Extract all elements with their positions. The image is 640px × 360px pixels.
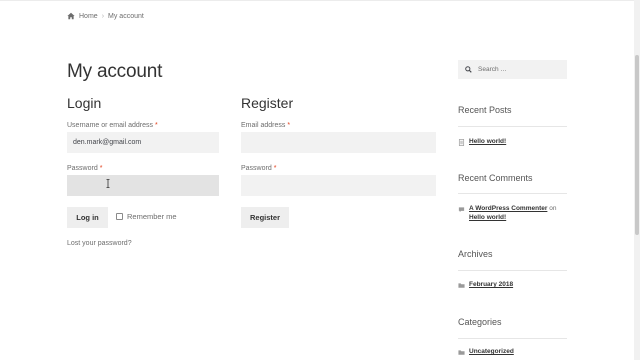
username-input[interactable]: den.mark@gmail.com: [67, 132, 219, 153]
register-password-input[interactable]: [241, 175, 436, 196]
folder-icon: [458, 283, 465, 288]
comment-on-text: on: [549, 205, 557, 212]
login-password-label: Password *: [67, 165, 102, 172]
remember-me[interactable]: Remember me: [116, 212, 177, 221]
widget-divider: [458, 193, 567, 194]
username-value: den.mark@gmail.com: [73, 139, 142, 146]
recent-comment-item: A WordPress Commenter on Hello world!: [458, 205, 568, 222]
archive-link[interactable]: February 2018: [469, 281, 513, 290]
comment-post-link[interactable]: Hello world!: [469, 214, 506, 221]
search-input[interactable]: Search …: [458, 60, 567, 79]
category-item: Uncategorized: [458, 348, 568, 357]
login-heading: Login: [67, 95, 102, 111]
breadcrumb-current: My account: [108, 12, 144, 20]
remember-me-checkbox[interactable]: [116, 213, 123, 220]
login-password-label-text: Password: [67, 165, 98, 172]
widget-divider: [458, 270, 567, 271]
username-label-text: Username or email address: [67, 122, 153, 129]
archives-title: Archives: [458, 249, 493, 259]
widget-divider: [458, 338, 567, 339]
folder-icon: [458, 350, 465, 355]
breadcrumb: Home › My account: [67, 12, 144, 20]
required-mark: *: [99, 165, 103, 172]
search-placeholder: Search …: [478, 66, 507, 73]
search-icon: [465, 66, 472, 73]
required-mark: *: [287, 122, 291, 129]
email-label: Email address *: [241, 122, 290, 129]
archive-item: February 2018: [458, 281, 568, 290]
register-password-label: Password *: [241, 165, 276, 172]
comment-icon: [458, 207, 465, 213]
email-label-text: Email address: [241, 122, 286, 129]
required-mark: *: [154, 122, 158, 129]
login-password-input[interactable]: [67, 175, 219, 196]
comment-author-link[interactable]: A WordPress Commenter: [469, 205, 547, 212]
breadcrumb-separator: ›: [101, 12, 105, 20]
recent-post-item: Hello world!: [458, 138, 568, 147]
recent-comments-title: Recent Comments: [458, 173, 533, 183]
page-title: My account: [67, 61, 163, 82]
category-link[interactable]: Uncategorized: [469, 348, 514, 357]
widget-divider: [458, 126, 567, 127]
register-password-label-text: Password: [241, 165, 272, 172]
recent-post-link[interactable]: Hello world!: [469, 138, 506, 147]
recent-posts-title: Recent Posts: [458, 105, 512, 115]
scrollbar-thumb[interactable]: [635, 55, 639, 235]
categories-title: Categories: [458, 317, 502, 327]
top-border: [0, 0, 640, 1]
home-icon: [67, 12, 75, 20]
lost-password-link[interactable]: Lost your password?: [67, 240, 132, 247]
register-button[interactable]: Register: [241, 207, 289, 228]
remember-me-label: Remember me: [127, 212, 177, 221]
recent-comment-text: A WordPress Commenter on Hello world!: [469, 205, 568, 222]
username-label: Username or email address *: [67, 122, 158, 129]
breadcrumb-home-link[interactable]: Home: [79, 13, 98, 20]
page-scrollbar[interactable]: [634, 0, 640, 360]
register-email-input[interactable]: [241, 132, 436, 153]
text-cursor-icon: [106, 179, 110, 188]
document-icon: [458, 139, 465, 146]
register-heading: Register: [241, 95, 294, 111]
required-mark: *: [273, 165, 277, 172]
login-button[interactable]: Log in: [67, 207, 108, 228]
